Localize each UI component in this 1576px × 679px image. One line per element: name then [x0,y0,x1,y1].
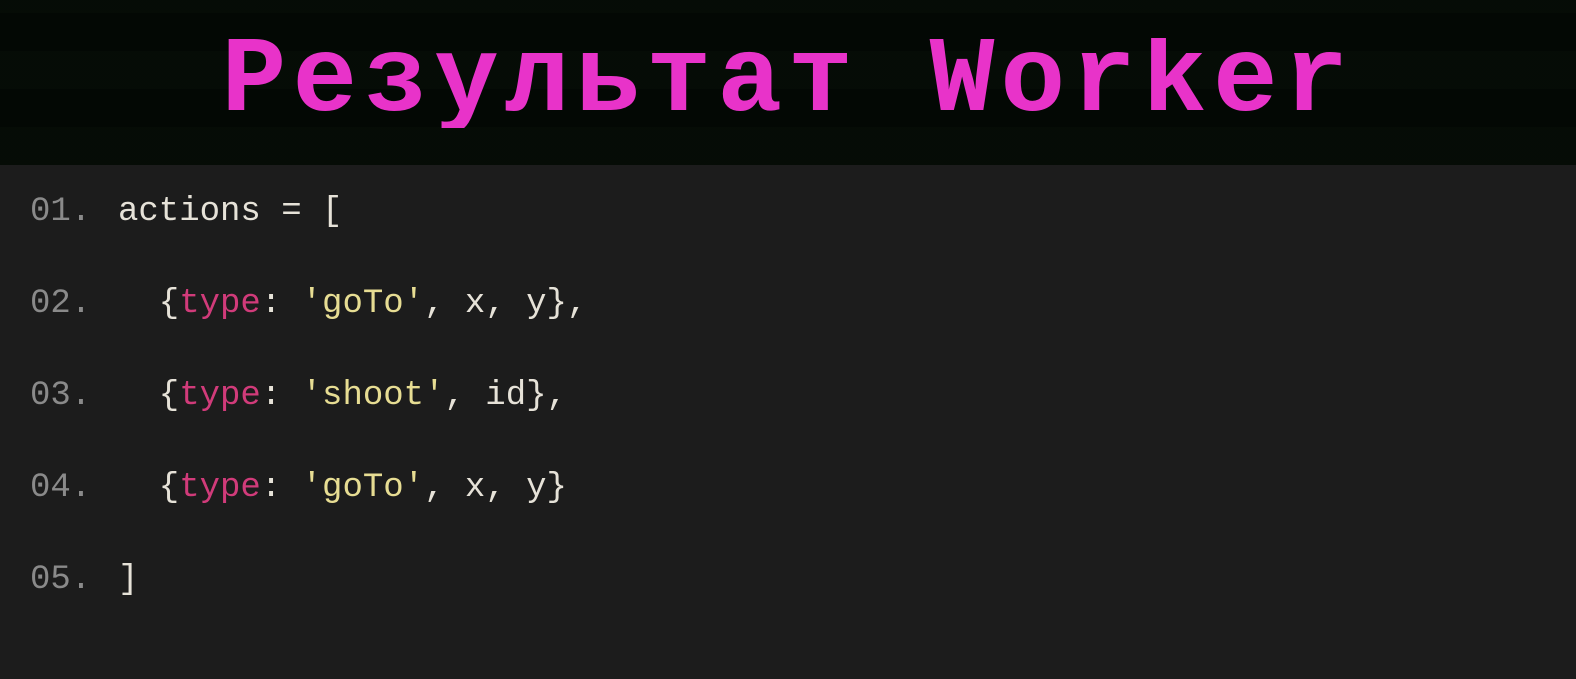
line-number: 05. [30,563,118,597]
code-line: 03. {type: 'shoot', id}, [30,379,1546,413]
code-panel: 01.actions = [02. {type: 'goTo', x, y},0… [0,165,1576,679]
code-token: , x, y}, [424,285,587,323]
line-number: 04. [30,471,118,505]
line-number: 03. [30,379,118,413]
code-line: 01.actions = [ [30,195,1546,229]
code-token: { [118,469,179,507]
code-line: 04. {type: 'goTo', x, y} [30,471,1546,505]
code-content: {type: 'goTo', x, y}, [118,287,587,321]
slide-title: Результат Worker [108,38,1468,128]
code-content: ] [118,563,138,597]
code-token: ] [118,561,138,599]
code-token: , x, y} [424,469,567,507]
code-token: 'shoot' [302,377,445,415]
code-content: {type: 'goTo', x, y} [118,471,567,505]
code-token: : [261,377,302,415]
line-number: 01. [30,195,118,229]
code-content: {type: 'shoot', id}, [118,379,567,413]
code-line: 05.] [30,563,1546,597]
code-block: 01.actions = [02. {type: 'goTo', x, y},0… [30,195,1546,597]
slide-header: Результат Worker [0,0,1576,165]
code-token: , id}, [444,377,566,415]
code-token: : [261,285,302,323]
code-token: { [118,285,179,323]
code-token: type [179,377,261,415]
code-token: : [261,469,302,507]
code-token: { [118,377,179,415]
line-number: 02. [30,287,118,321]
code-token: actions = [ [118,193,342,231]
code-line: 02. {type: 'goTo', x, y}, [30,287,1546,321]
code-token: 'goTo' [302,285,424,323]
code-content: actions = [ [118,195,342,229]
code-token: type [179,469,261,507]
slide-title-text: Результат Worker [222,38,1355,128]
code-token: type [179,285,261,323]
code-token: 'goTo' [302,469,424,507]
